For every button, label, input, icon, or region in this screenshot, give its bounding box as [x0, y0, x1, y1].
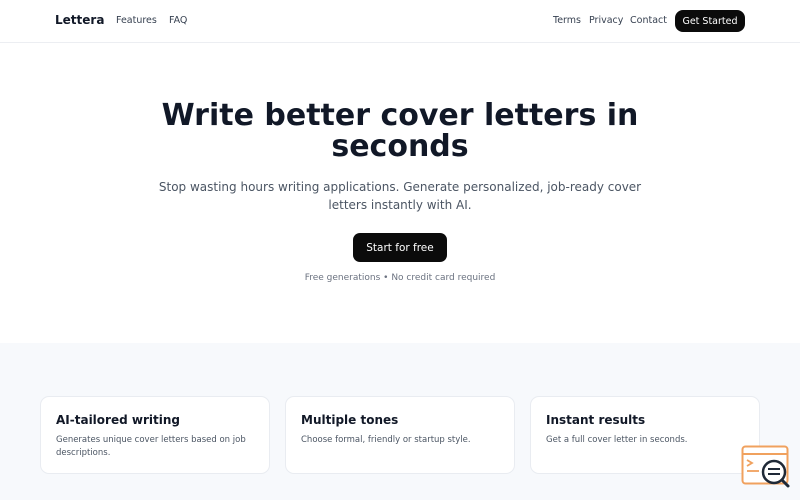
nav-link-terms[interactable]: Terms [553, 15, 581, 26]
nav-link-contact[interactable]: Contact [630, 15, 667, 26]
hero-title: Write better cover letters in seconds [161, 98, 639, 164]
get-started-button[interactable]: Get Started [675, 10, 745, 32]
feature-card-instant-results: Instant results Get a full cover letter … [530, 396, 760, 474]
top-navbar: Lettera Features FAQ Terms Privacy Conta… [0, 0, 800, 43]
feature-title: AI-tailored writing [56, 413, 180, 427]
cta-note: Free generations • No credit card requir… [304, 273, 496, 283]
hero-subtitle: Stop wasting hours writing applications.… [158, 180, 642, 212]
features-section: AI-tailored writing Generates unique cov… [0, 343, 800, 500]
nav-link-privacy[interactable]: Privacy [589, 15, 623, 26]
feature-card-multiple-tones: Multiple tones Choose formal, friendly o… [285, 396, 515, 474]
feature-description: Choose formal, friendly or startup style… [301, 435, 471, 445]
feature-description: Get a full cover letter in seconds. [546, 435, 688, 445]
start-for-free-button[interactable]: Start for free [353, 233, 447, 262]
feature-description: Generates unique cover letters based on … [56, 435, 246, 458]
feature-title: Multiple tones [301, 413, 399, 427]
brand-logo[interactable]: Lettera [55, 13, 104, 27]
feature-card-ai-tailored: AI-tailored writing Generates unique cov… [40, 396, 270, 474]
code-search-icon[interactable] [741, 445, 791, 489]
feature-title: Instant results [546, 413, 646, 427]
nav-link-faq[interactable]: FAQ [169, 15, 187, 26]
nav-link-features[interactable]: Features [116, 15, 157, 26]
